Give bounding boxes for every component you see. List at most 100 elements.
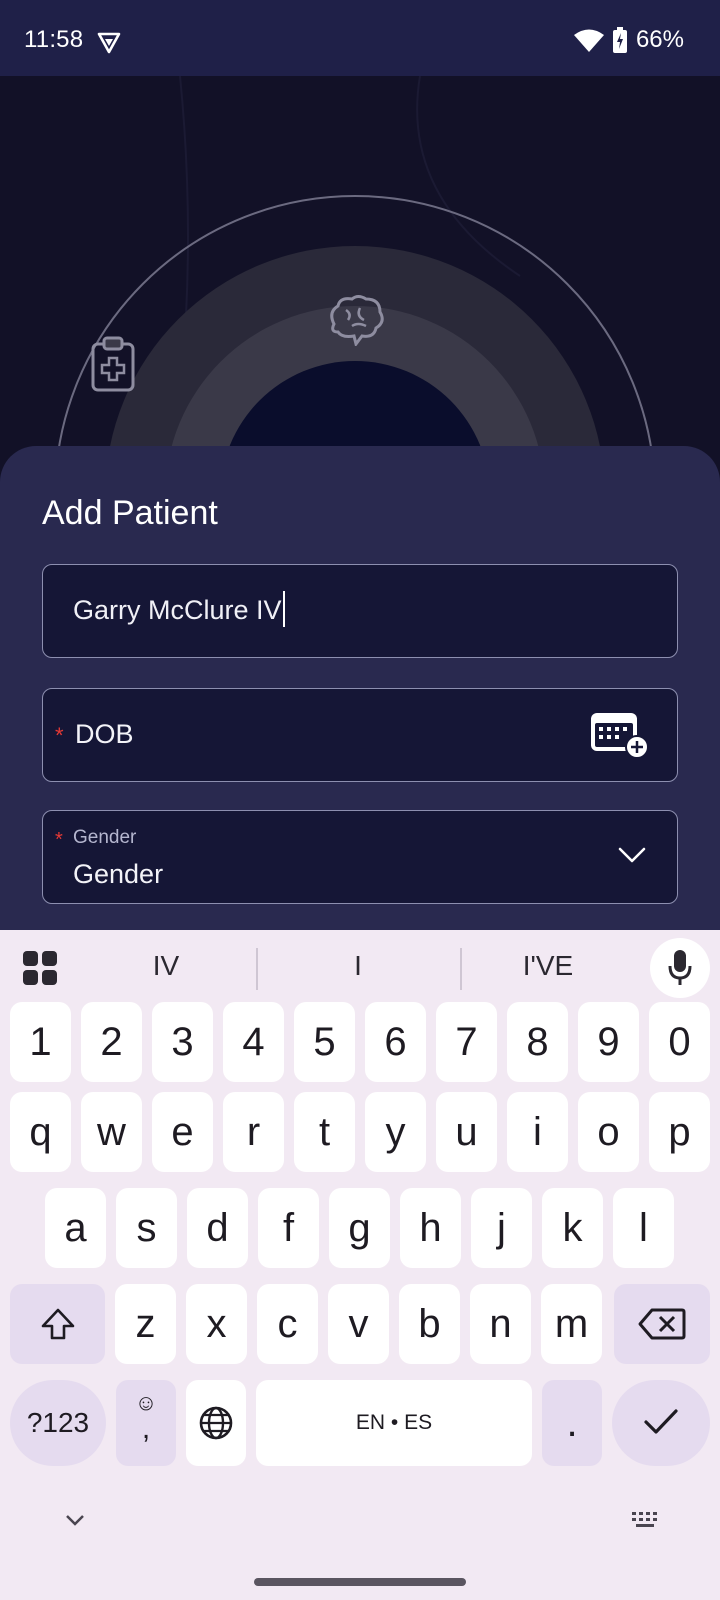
key-u[interactable]: u [436, 1092, 497, 1172]
gender-select[interactable]: * Gender Gender [42, 810, 678, 904]
suggestion-3[interactable]: I'VE [458, 950, 638, 982]
key-r[interactable]: r [223, 1092, 284, 1172]
patient-name-field[interactable]: Garry McClure IV [42, 564, 678, 658]
status-bar: 11:58 66% [0, 0, 720, 76]
symbols-key[interactable]: ?123 [10, 1380, 106, 1466]
symbols-key-label: ?123 [26, 1407, 90, 1438]
key-d[interactable]: d [187, 1188, 248, 1268]
key-o[interactable]: o [578, 1092, 639, 1172]
suggestion-bar: IV I I'VE [0, 930, 720, 1006]
voice-input-button[interactable] [650, 938, 710, 998]
battery-charging-icon [612, 27, 627, 53]
key-z[interactable]: z [115, 1284, 176, 1364]
globe-icon [199, 1406, 233, 1440]
key-3[interactable]: 3 [152, 1002, 213, 1082]
key-g[interactable]: g [329, 1188, 390, 1268]
required-mark: * [55, 829, 63, 851]
key-n[interactable]: n [470, 1284, 531, 1364]
period-key[interactable]: . [542, 1380, 602, 1466]
key-5[interactable]: 5 [294, 1002, 355, 1082]
key-t[interactable]: t [294, 1092, 355, 1172]
language-key[interactable] [186, 1380, 246, 1466]
key-r-label: r [246, 1110, 261, 1154]
key-b-label: b [418, 1302, 441, 1346]
keyboard-switch-icon[interactable] [630, 1510, 660, 1530]
key-7[interactable]: 7 [436, 1002, 497, 1082]
dob-label: DOB [75, 719, 134, 749]
key-4-label: 4 [242, 1020, 265, 1064]
key-6-label: 6 [384, 1020, 407, 1064]
key-m-label: m [554, 1302, 589, 1346]
key-8-label: 8 [526, 1020, 549, 1064]
suggestion-2[interactable]: I [268, 950, 448, 982]
key-6[interactable]: 6 [365, 1002, 426, 1082]
key-l-label: l [639, 1206, 648, 1250]
dob-field[interactable]: * DOB [42, 688, 678, 782]
gender-floating-label: Gender [73, 827, 137, 848]
enter-key[interactable] [612, 1380, 710, 1466]
key-i-label: i [533, 1110, 542, 1154]
key-s[interactable]: s [116, 1188, 177, 1268]
key-8[interactable]: 8 [507, 1002, 568, 1082]
backspace-key[interactable] [614, 1284, 710, 1364]
key-g-label: g [348, 1206, 371, 1250]
key-p[interactable]: p [649, 1092, 710, 1172]
key-9-label: 9 [597, 1020, 620, 1064]
key-v[interactable]: v [328, 1284, 389, 1364]
key-j-label: j [497, 1206, 506, 1250]
key-a[interactable]: a [45, 1188, 106, 1268]
wifi-icon [573, 29, 604, 52]
status-right: 66% [573, 26, 684, 54]
key-y[interactable]: y [365, 1092, 426, 1172]
key-e-label: e [171, 1110, 194, 1154]
key-2[interactable]: 2 [81, 1002, 142, 1082]
key-c[interactable]: c [257, 1284, 318, 1364]
text-caret [282, 590, 285, 627]
key-m[interactable]: m [541, 1284, 602, 1364]
shift-icon [41, 1308, 75, 1340]
key-7-label: 7 [455, 1020, 478, 1064]
brain-icon [330, 295, 384, 346]
key-a-label: a [64, 1206, 87, 1250]
suggestion-divider [256, 948, 258, 990]
space-key[interactable]: EN • ES [256, 1380, 532, 1466]
key-d-label: d [206, 1206, 229, 1250]
key-i[interactable]: i [507, 1092, 568, 1172]
key-9[interactable]: 9 [578, 1002, 639, 1082]
key-1[interactable]: 1 [10, 1002, 71, 1082]
key-y-label: y [385, 1110, 406, 1154]
gesture-nav-bar [254, 1578, 466, 1586]
key-k[interactable]: k [542, 1188, 603, 1268]
key-e[interactable]: e [152, 1092, 213, 1172]
key-1-label: 1 [29, 1020, 52, 1064]
patient-name-input[interactable]: Garry McClure IV [73, 590, 285, 627]
key-f[interactable]: f [258, 1188, 319, 1268]
key-x[interactable]: x [186, 1284, 247, 1364]
key-w[interactable]: w [81, 1092, 142, 1172]
key-q[interactable]: q [10, 1092, 71, 1172]
shift-key[interactable] [10, 1284, 105, 1364]
key-b[interactable]: b [399, 1284, 460, 1364]
apps-grid-icon[interactable] [22, 950, 58, 986]
emoji-icon: ☺ [134, 1390, 158, 1415]
required-mark: * [55, 723, 64, 748]
backspace-icon [638, 1308, 686, 1340]
key-4[interactable]: 4 [223, 1002, 284, 1082]
key-s-label: s [136, 1206, 157, 1250]
key-x-label: x [206, 1302, 227, 1346]
chevron-down-icon[interactable] [617, 843, 647, 867]
suggestion-1[interactable]: IV [76, 950, 256, 982]
key-t-label: t [318, 1110, 331, 1154]
key-h[interactable]: h [400, 1188, 461, 1268]
key-j[interactable]: j [471, 1188, 532, 1268]
emoji-comma-key[interactable]: ☺, [116, 1380, 176, 1466]
clipboard-medical-icon [91, 336, 135, 392]
calendar-add-icon[interactable] [589, 709, 649, 759]
key-l[interactable]: l [613, 1188, 674, 1268]
microphone-icon [668, 950, 692, 985]
key-0[interactable]: 0 [649, 1002, 710, 1082]
key-p-label: p [668, 1110, 691, 1154]
comma-label: , [141, 1412, 151, 1445]
keyboard-hide-icon[interactable] [64, 1512, 86, 1528]
key-5-label: 5 [313, 1020, 336, 1064]
